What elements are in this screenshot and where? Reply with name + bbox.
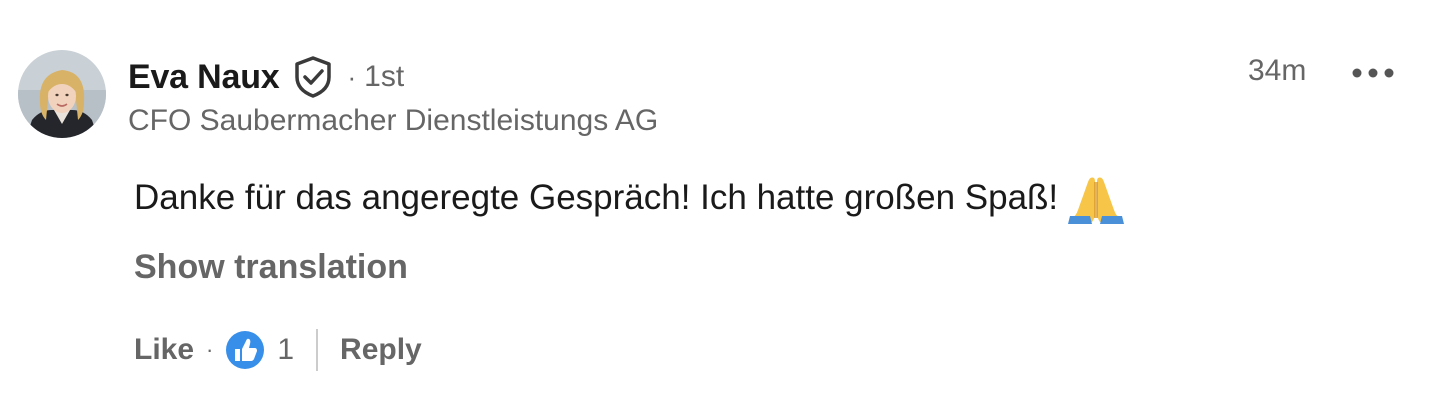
folded-hands-emoji-icon	[1068, 172, 1125, 224]
action-divider	[316, 329, 319, 371]
comment-timestamp: 34m	[1248, 54, 1307, 87]
more-options-button[interactable]	[1350, 58, 1396, 88]
reaction-count[interactable]: 1	[277, 333, 294, 367]
author-headline: CFO Saubermacher Dienstleistungs AG	[128, 104, 659, 137]
author-name[interactable]: Eva Naux	[128, 58, 280, 97]
comment-card: Eva Naux · 1st CFO Saubermacher Dienstle…	[0, 0, 1440, 402]
like-button[interactable]: Like	[134, 333, 194, 367]
reply-button[interactable]: Reply	[340, 333, 422, 367]
separator-dot: ·	[206, 337, 214, 362]
comment-text: Danke für das angeregte Gespräch! Ich ha…	[134, 178, 1059, 217]
show-translation-link[interactable]: Show translation	[134, 248, 408, 287]
separator-dot: ·	[347, 61, 357, 92]
connection-degree: 1st	[364, 60, 405, 93]
comment-body: Danke für das angeregte Gespräch! Ich ha…	[134, 172, 1125, 224]
avatar-photo	[18, 50, 106, 138]
like-reaction-icon[interactable]	[225, 330, 265, 370]
verified-shield-icon	[293, 55, 333, 99]
more-horizontal-icon	[1352, 68, 1394, 78]
author-header: Eva Naux · 1st	[128, 52, 404, 102]
comment-actions: Like · 1 Reply	[134, 324, 422, 376]
avatar[interactable]	[18, 50, 106, 138]
